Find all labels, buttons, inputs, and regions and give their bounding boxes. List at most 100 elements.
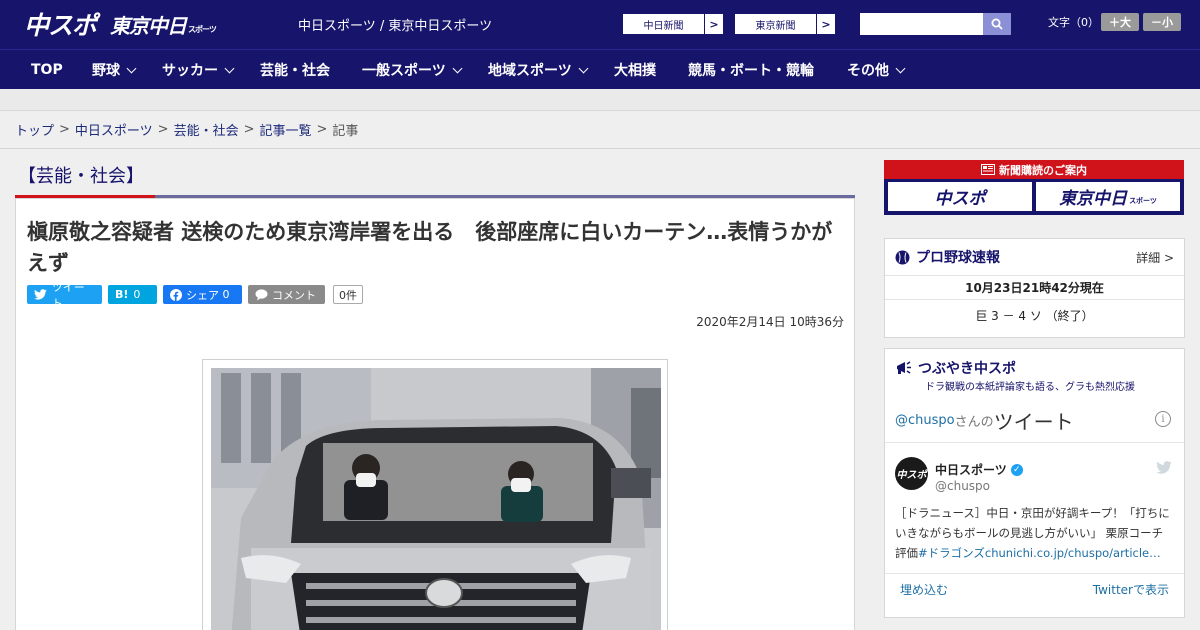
font-smaller-button[interactable]: －小	[1143, 13, 1181, 31]
tokyo-chunichi-logo[interactable]: 東京中日 スポーツ	[110, 8, 217, 40]
divider	[885, 442, 1184, 443]
nav-item-other[interactable]: その他	[847, 50, 906, 90]
breadcrumb-article-list[interactable]: 記事一覧	[260, 120, 312, 139]
info-icon[interactable]: i	[1155, 411, 1171, 427]
chevron-down-icon	[224, 63, 235, 73]
facebook-icon	[170, 288, 182, 301]
chevron-right-icon: >	[704, 14, 723, 34]
baseball-timestamp: 10月23日21時42分現在	[965, 281, 1104, 295]
tweets-heading: ツイート	[993, 409, 1074, 434]
speech-bubble-icon	[255, 288, 268, 300]
twitter-bird-icon	[34, 289, 47, 300]
car-photo-image	[211, 368, 661, 630]
newspaper-icon	[981, 164, 995, 175]
breadcrumb-chunichi-sports[interactable]: 中日スポーツ	[75, 120, 153, 139]
baseball-score-card: プロ野球速報 詳細 > 10月23日21時42分現在 巨 3 － 4 ソ （終了…	[884, 238, 1185, 338]
divider	[885, 275, 1184, 276]
chunichi-shimbun-label: 中日新聞	[643, 20, 684, 32]
breadcrumb-separator: >	[316, 122, 328, 137]
article-header: 槇原敬之容疑者 送検のため東京湾岸署を出る 後部座席に白いカーテン…表情うかがえ…	[15, 198, 855, 340]
chuspo-logo[interactable]: 中スポ	[24, 8, 97, 40]
baseball-detail-link[interactable]: 詳細 >	[1136, 249, 1174, 266]
breadcrumb-separator: >	[59, 122, 70, 137]
tweet-button-label: ツイート	[51, 280, 85, 310]
baseball-score-line[interactable]: 巨 3 － 4 ソ （終了）	[885, 307, 1184, 324]
nav-item-soccer[interactable]: サッカー	[162, 50, 235, 90]
tokyo-chunichi-logo-sub: スポーツ	[188, 24, 217, 34]
tweet-account-name[interactable]: 中日スポーツ ✓	[935, 461, 1023, 478]
embed-link[interactable]: 埋め込む	[900, 581, 948, 598]
nav-item-sumo[interactable]: 大相撲	[614, 50, 656, 90]
hatena-bookmark-button[interactable]: B! 0	[108, 285, 157, 304]
twitter-timeline-card: つぶやき中スポ ドラ観戦の本紙評論家も語る、グラも熱烈応援 @chuspo さん…	[884, 348, 1185, 618]
tweet-text: ［ドラニュース］中日・京田が好調キープ！「打ちにいきながらもボールの見逃し方がい…	[895, 503, 1173, 563]
tokyo-chunichi-logo-text: 東京中日	[110, 13, 187, 38]
tokyo-shimbun-button[interactable]: 東京新聞 >	[734, 13, 836, 35]
facebook-share-count: 0	[222, 288, 230, 301]
nav-item-baseball[interactable]: 野球	[92, 50, 137, 90]
nav-label: 一般スポーツ	[362, 63, 446, 79]
view-on-twitter-link[interactable]: Twitterで表示	[1093, 581, 1169, 598]
social-share-bar: ツイート B! 0 シェア 0 コメント 0件	[27, 281, 363, 310]
nav-item-top[interactable]: TOP	[31, 50, 63, 90]
tweet-button[interactable]: ツイート	[27, 281, 102, 310]
article-photo[interactable]	[211, 368, 661, 630]
verified-badge-icon: ✓	[1010, 463, 1023, 476]
tweets-by-header: @chuspo さんの ツイート i	[895, 405, 1175, 435]
nav-item-entertainment[interactable]: 芸能・社会	[260, 50, 330, 90]
subscription-banner-label: 新聞購読のご案内	[999, 163, 1087, 177]
nav-label: その他	[847, 63, 889, 79]
facebook-share-button[interactable]: シェア 0	[163, 285, 242, 304]
nav-item-racing[interactable]: 競馬・ボート・競輪	[688, 50, 814, 90]
nav-item-general-sports[interactable]: 一般スポーツ	[362, 50, 463, 90]
breadcrumb: トップ > 中日スポーツ > 芸能・社会 > 記事一覧 > 記事	[0, 111, 1200, 149]
nav-item-local-sports[interactable]: 地域スポーツ	[488, 50, 589, 90]
chevron-down-icon	[895, 63, 906, 73]
hatena-bookmark-icon: B!	[115, 288, 129, 301]
tweets-handle-link[interactable]: @chuspo	[895, 413, 955, 428]
chevron-down-icon	[578, 63, 589, 73]
megaphone-icon	[897, 361, 911, 374]
article-headline: 槇原敬之容疑者 送検のため東京湾岸署を出る 後部座席に白いカーテン…表情うかがえ…	[27, 220, 833, 275]
breadcrumb-top[interactable]: トップ	[15, 120, 54, 139]
comment-button-label: コメント	[272, 288, 316, 302]
avatar-logo-text: 中スポ	[896, 470, 927, 481]
nav-label: 大相撲	[614, 63, 656, 79]
article-body	[15, 339, 855, 630]
breadcrumb-separator: >	[243, 122, 255, 137]
facebook-share-label: シェア	[186, 288, 219, 302]
chevron-down-icon	[452, 63, 463, 73]
twitter-bird-icon[interactable]	[1156, 461, 1172, 474]
twitter-timeline-header: つぶやき中スポ	[885, 357, 1184, 379]
nav-label: 競馬・ボート・競輪	[688, 63, 814, 79]
subscription-banner-header: 新聞購読のご案内	[884, 160, 1184, 179]
subscribe-chuspo-logo[interactable]: 中スポ	[888, 182, 1032, 211]
chevron-right-icon: >	[816, 14, 835, 34]
font-larger-button[interactable]: ＋大	[1101, 13, 1139, 31]
nav-label: 芸能・社会	[260, 63, 330, 79]
search-input[interactable]	[860, 13, 983, 35]
font-size-label: 文字（0）	[1048, 16, 1099, 29]
subscribe-tokyo-chunichi-logo[interactable]: 東京中日 スポーツ	[1036, 182, 1180, 211]
tokyo-shimbun-label: 東京新聞	[755, 20, 796, 32]
breadcrumb-current: 記事	[332, 124, 359, 139]
baseball-icon	[895, 250, 910, 264]
comment-button[interactable]: コメント	[248, 285, 325, 304]
search-button[interactable]	[983, 13, 1011, 35]
subscription-banner[interactable]: 新聞購読のご案内 中スポ 東京中日 スポーツ	[884, 160, 1184, 215]
subscribe-tokyo-chunichi-sub: スポーツ	[1129, 196, 1157, 205]
nav-label: 地域スポーツ	[488, 63, 572, 79]
tweet-link[interactable]: #ドラゴンズchunichi.co.jp/chuspo/article…	[918, 546, 1161, 560]
site-links[interactable]: 中日スポーツ / 東京中日スポーツ	[298, 15, 492, 34]
site-header: 中スポ 東京中日 スポーツ 中日スポーツ / 東京中日スポーツ 中日新聞 > 東京…	[0, 0, 1200, 49]
chevron-down-icon	[126, 63, 137, 73]
breadcrumb-entertainment[interactable]: 芸能・社会	[174, 120, 239, 139]
search-icon	[991, 18, 1003, 30]
tweet-account-handle[interactable]: @chuspo	[935, 479, 990, 493]
twitter-timeline-footer: 埋め込む Twitterで表示	[885, 573, 1184, 605]
subscribe-tokyo-chunichi-text: 東京中日	[1059, 189, 1128, 209]
article-photo-frame	[202, 359, 668, 630]
avatar[interactable]: 中スポ	[895, 457, 928, 490]
baseball-score-header: プロ野球速報 詳細 >	[885, 239, 1184, 275]
chunichi-shimbun-button[interactable]: 中日新聞 >	[622, 13, 724, 35]
